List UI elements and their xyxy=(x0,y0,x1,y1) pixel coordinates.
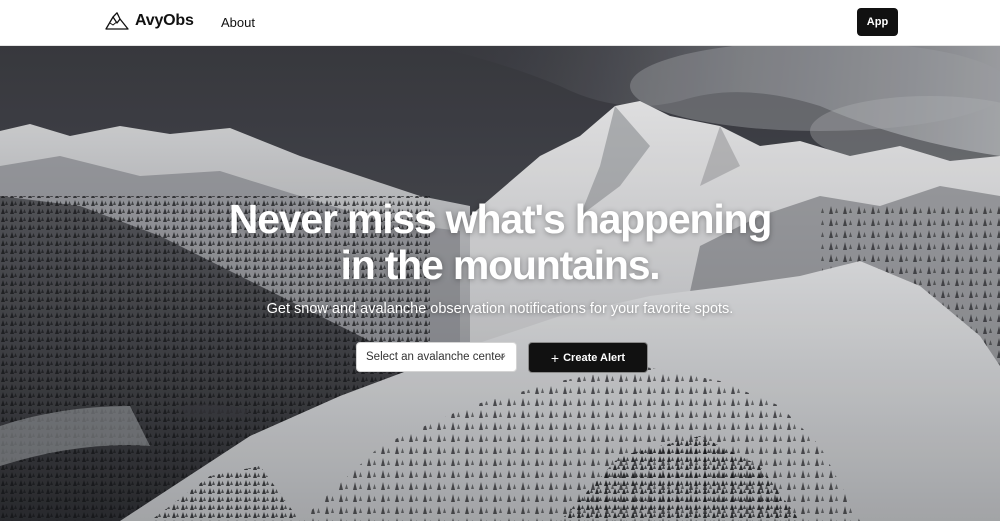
top-navbar: AvyObs About App xyxy=(0,0,1000,46)
hero-subheadline: Get snow and avalanche observation notif… xyxy=(266,301,734,317)
create-alert-button[interactable]: + Create Alert xyxy=(528,342,648,373)
headline-line-2: in the mountains. xyxy=(340,242,661,288)
plus-icon: + xyxy=(550,349,560,366)
headline-line-1: Never miss what's happening xyxy=(228,196,773,242)
app-button[interactable]: App xyxy=(857,8,898,36)
brand-name: AvyObs xyxy=(135,12,194,29)
hero-section: Never miss what's happening in the mount… xyxy=(0,46,1000,521)
chevron-down-icon xyxy=(498,355,506,360)
nav-about-link[interactable]: About xyxy=(221,15,255,30)
mountain-logo-icon xyxy=(105,12,129,30)
select-placeholder-text: Select an avalanche center xyxy=(366,351,505,363)
avalanche-center-select[interactable]: Select an avalanche center xyxy=(356,342,517,372)
brand-logo-link[interactable]: AvyObs xyxy=(105,12,194,30)
create-alert-label: Create Alert xyxy=(563,351,626,364)
hero-headline: Never miss what's happening in the mount… xyxy=(150,196,850,288)
